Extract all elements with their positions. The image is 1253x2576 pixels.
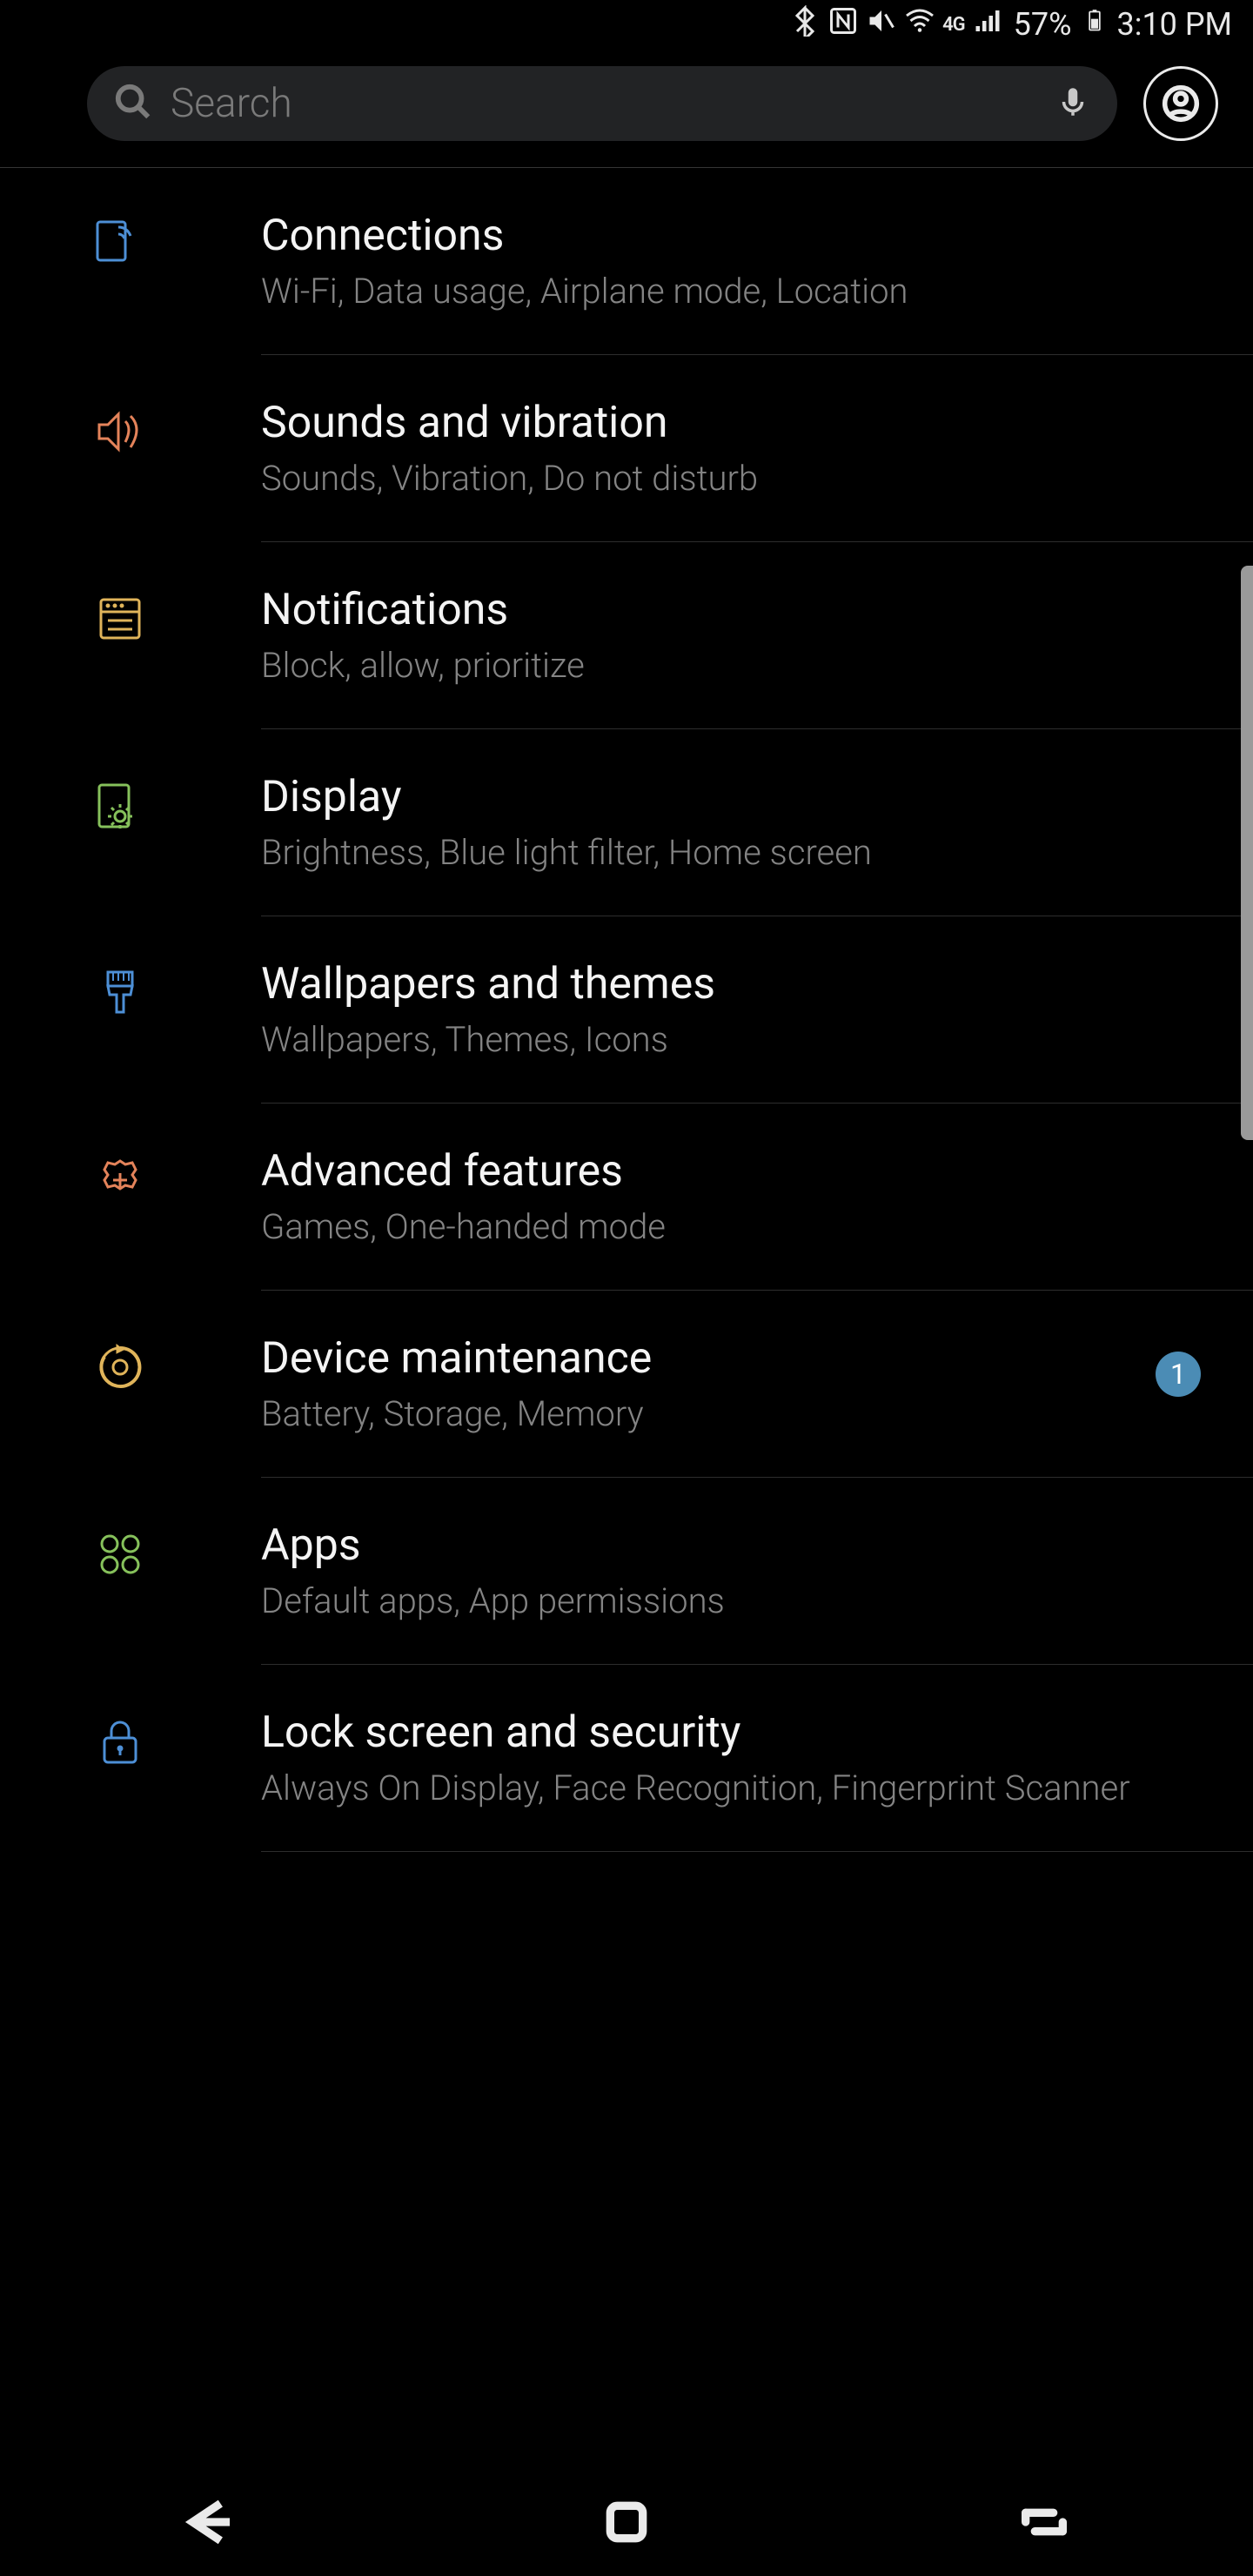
settings-item-sounds-vibration[interactable]: Sounds and vibration Sounds, Vibration, D… bbox=[0, 355, 1253, 541]
brush-icon bbox=[0, 958, 261, 1024]
settings-item-title: Sounds and vibration bbox=[261, 397, 1201, 449]
settings-item-text: Wallpapers and themes Wallpapers, Themes,… bbox=[261, 958, 1253, 1061]
settings-item-text: Lock screen and security Always On Displa… bbox=[261, 1707, 1253, 1809]
wifi-icon bbox=[904, 5, 935, 44]
settings-item-title: Wallpapers and themes bbox=[261, 958, 1201, 1010]
signal-icon bbox=[972, 5, 1003, 44]
nfc-icon bbox=[828, 5, 859, 44]
scroll-thumb[interactable] bbox=[1241, 566, 1253, 1140]
mute-icon bbox=[866, 5, 897, 44]
settings-item-apps[interactable]: Apps Default apps, App permissions bbox=[0, 1478, 1253, 1664]
settings-item-notifications[interactable]: Notifications Block, allow, prioritize bbox=[0, 542, 1253, 728]
settings-item-subtitle: Games, One-handed mode bbox=[261, 1206, 1201, 1248]
settings-item-subtitle: Wallpapers, Themes, Icons bbox=[261, 1019, 1201, 1061]
bluetooth-icon bbox=[789, 5, 821, 44]
settings-item-subtitle: Block, allow, prioritize bbox=[261, 645, 1201, 687]
gear-plus-icon bbox=[0, 1145, 261, 1211]
battery-icon bbox=[1082, 5, 1107, 44]
settings-item-display[interactable]: Display Brightness, Blue light filter, Ho… bbox=[0, 729, 1253, 916]
settings-item-subtitle: Brightness, Blue light filter, Home scre… bbox=[261, 832, 1201, 874]
settings-item-text: Sounds and vibration Sounds, Vibration, D… bbox=[261, 397, 1253, 500]
navigation-bar bbox=[0, 2472, 1253, 2576]
back-button[interactable] bbox=[181, 2494, 237, 2553]
settings-item-title: Connections bbox=[261, 210, 1201, 262]
settings-item-device-maintenance[interactable]: Device maintenance Battery, Storage, Memo… bbox=[0, 1291, 1253, 1477]
cycle-icon bbox=[0, 1332, 261, 1399]
settings-item-title: Advanced features bbox=[261, 1145, 1201, 1197]
status-bar: 4G 57% 3:10 PM bbox=[0, 0, 1253, 49]
mic-icon[interactable] bbox=[1055, 84, 1091, 124]
settings-item-subtitle: Default apps, App permissions bbox=[261, 1580, 1201, 1622]
battery-percentage: 57% bbox=[1014, 6, 1072, 43]
settings-list[interactable]: Connections Wi-Fi, Data usage, Airplane m… bbox=[0, 168, 1253, 1852]
settings-item-wallpapers-themes[interactable]: Wallpapers and themes Wallpapers, Themes,… bbox=[0, 916, 1253, 1103]
settings-item-subtitle: Wi-Fi, Data usage, Airplane mode, Locati… bbox=[261, 271, 1201, 312]
settings-item-title: Device maintenance bbox=[261, 1332, 1201, 1385]
recents-button[interactable] bbox=[1016, 2494, 1072, 2553]
display-icon bbox=[0, 771, 261, 837]
settings-item-title: Display bbox=[261, 771, 1201, 823]
settings-item-text: Display Brightness, Blue light filter, Ho… bbox=[261, 771, 1253, 874]
search-row: Search bbox=[0, 49, 1253, 167]
settings-item-text: Device maintenance Battery, Storage, Memo… bbox=[261, 1332, 1253, 1435]
settings-item-title: Lock screen and security bbox=[261, 1707, 1201, 1759]
settings-item-subtitle: Battery, Storage, Memory bbox=[261, 1393, 1201, 1435]
settings-item-text: Connections Wi-Fi, Data usage, Airplane m… bbox=[261, 210, 1253, 312]
settings-item-connections[interactable]: Connections Wi-Fi, Data usage, Airplane m… bbox=[0, 168, 1253, 354]
search-placeholder: Search bbox=[171, 80, 1037, 127]
home-button[interactable] bbox=[599, 2494, 654, 2553]
network-4g-icon: 4G bbox=[942, 14, 965, 36]
settings-item-title: Notifications bbox=[261, 584, 1201, 636]
settings-item-lock-security[interactable]: Lock screen and security Always On Displa… bbox=[0, 1665, 1253, 1851]
notifications-icon bbox=[0, 584, 261, 650]
status-icons: 4G bbox=[789, 5, 1003, 44]
settings-item-text: Apps Default apps, App permissions bbox=[261, 1519, 1253, 1622]
list-divider bbox=[261, 1851, 1253, 1852]
settings-item-text: Advanced features Games, One-handed mode bbox=[261, 1145, 1253, 1248]
notification-badge: 1 bbox=[1156, 1352, 1201, 1397]
settings-item-title: Apps bbox=[261, 1519, 1201, 1572]
apps-icon bbox=[0, 1519, 261, 1586]
search-icon bbox=[113, 82, 153, 125]
profile-button[interactable] bbox=[1143, 66, 1218, 141]
lock-icon bbox=[0, 1707, 261, 1773]
settings-item-text: Notifications Block, allow, prioritize bbox=[261, 584, 1253, 687]
sound-icon bbox=[0, 397, 261, 463]
settings-item-subtitle: Sounds, Vibration, Do not disturb bbox=[261, 458, 1201, 500]
status-time: 3:10 PM bbox=[1117, 6, 1233, 43]
search-input[interactable]: Search bbox=[87, 66, 1117, 141]
connections-icon bbox=[0, 210, 261, 276]
settings-item-advanced-features[interactable]: Advanced features Games, One-handed mode bbox=[0, 1104, 1253, 1290]
settings-item-subtitle: Always On Display, Face Recognition, Fin… bbox=[261, 1768, 1201, 1809]
